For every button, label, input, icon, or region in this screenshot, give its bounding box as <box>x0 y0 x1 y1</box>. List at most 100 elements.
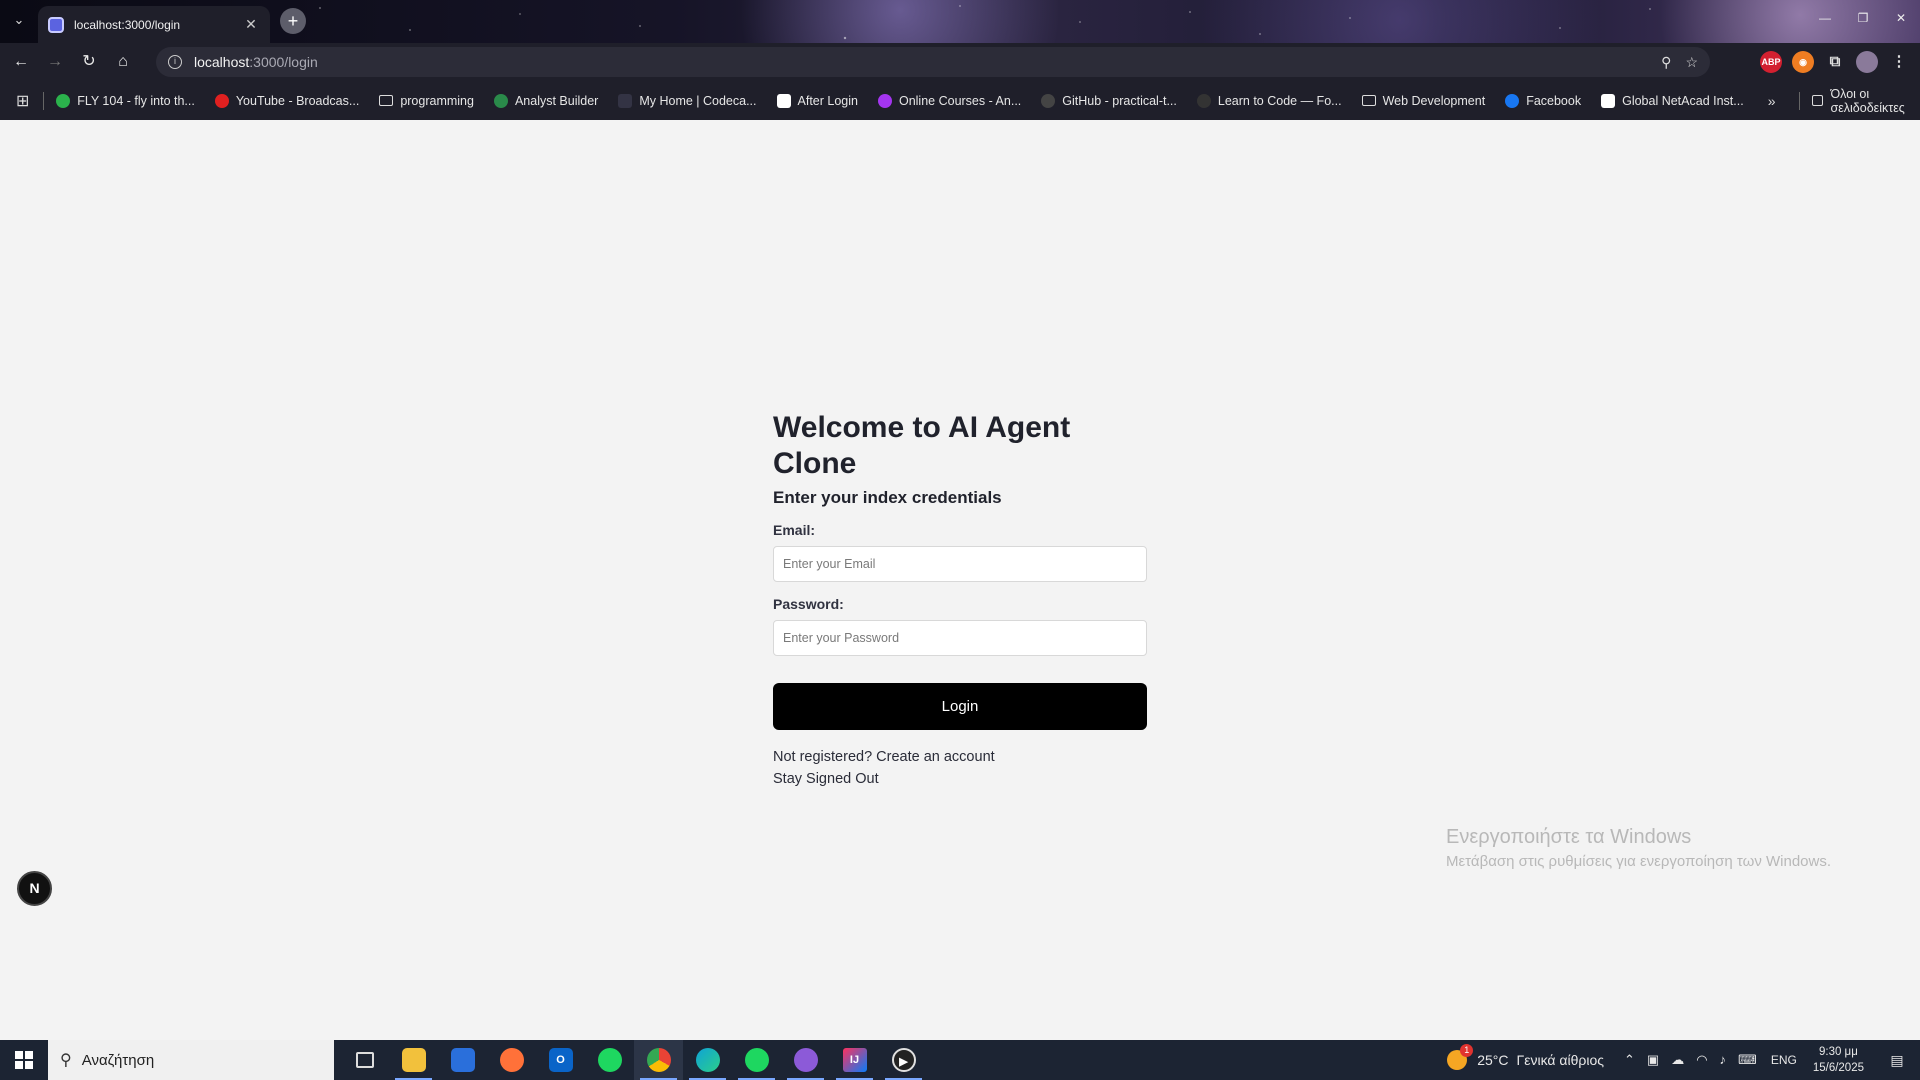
taskbar-chrome[interactable] <box>634 1040 683 1080</box>
task-view-button[interactable] <box>340 1040 389 1080</box>
home-icon[interactable]: ⌂ <box>106 45 140 79</box>
bookmark-item[interactable]: programming <box>379 94 474 108</box>
taskbar-intellij[interactable]: IJ <box>830 1040 879 1080</box>
github-icon <box>1041 93 1056 108</box>
netacad-icon <box>1601 93 1616 108</box>
bookmarks-bar: ⊞ FLY 104 - fly into th... YouTube - Broa… <box>0 81 1920 120</box>
bookmark-item[interactable]: Web Development <box>1361 93 1486 108</box>
bookmark-star-icon[interactable]: ☆ <box>1685 54 1698 71</box>
taskbar-search-box[interactable]: ⚲ Αναζήτηση <box>48 1040 334 1080</box>
back-arrow-icon[interactable]: ← <box>4 45 38 79</box>
site-info-icon[interactable]: i <box>168 55 182 69</box>
show-hidden-icons-chevron-icon[interactable]: ⌃ <box>1624 1052 1635 1068</box>
tab-title: localhost:3000/login <box>74 17 181 32</box>
reload-icon[interactable]: ↻ <box>72 45 106 79</box>
bookmark-label: Learn to Code — Fo... <box>1217 93 1342 108</box>
taskbar-clock[interactable]: 9:30 μμ 15/6/2025 <box>1813 1044 1864 1076</box>
password-group: Password: <box>773 596 1147 656</box>
keyboard-icon[interactable]: ⌨ <box>1738 1052 1757 1068</box>
play-icon <box>56 93 71 108</box>
browser-tab-strip: ⌄ localhost:3000/login ✕ + — ❐ ✕ <box>0 0 1920 43</box>
browser-tab-active[interactable]: localhost:3000/login ✕ <box>38 6 270 43</box>
notification-center-icon[interactable]: ▤ <box>1882 1052 1912 1069</box>
bookmark-label: Web Development <box>1382 93 1486 108</box>
page-viewport: Welcome to AI Agent Clone Enter your ind… <box>0 120 1920 1040</box>
start-button[interactable] <box>0 1040 48 1080</box>
apps-grid-icon[interactable]: ⊞ <box>16 91 29 111</box>
clock-date: 15/6/2025 <box>1812 1062 1864 1074</box>
taskbar-discord[interactable] <box>781 1040 830 1080</box>
bookmark-item[interactable]: After Login <box>776 93 858 108</box>
bookmark-item[interactable]: Global NetAcad Inst... <box>1601 93 1744 108</box>
udemy-icon <box>877 93 892 108</box>
analyst-builder-icon <box>493 93 508 108</box>
windows-taskbar: ⚲ Αναζήτηση O IJ ▶ 1 25°C Γενικά αίθριος… <box>0 1040 1920 1080</box>
bookmark-item[interactable]: FLY 104 - fly into th... <box>56 93 195 108</box>
extensions-area: ABP ◉ ⧉ ⋮ <box>1760 43 1920 81</box>
bookmark-item[interactable]: Analyst Builder <box>493 93 599 108</box>
login-button[interactable]: Login <box>773 683 1147 730</box>
chrome-icon <box>646 1048 671 1072</box>
minimize-icon[interactable]: — <box>1806 0 1844 36</box>
taskbar-media-player[interactable]: ▶ <box>879 1040 928 1080</box>
password-field[interactable] <box>773 620 1147 656</box>
tab-close-icon[interactable]: ✕ <box>242 16 260 33</box>
onedrive-cloud-icon[interactable]: ☁ <box>1671 1052 1684 1068</box>
page-subtitle: Enter your index credentials <box>773 488 1002 507</box>
taskbar-file-explorer[interactable] <box>389 1040 438 1080</box>
email-field[interactable] <box>773 546 1147 582</box>
nextjs-dev-indicator[interactable]: N <box>17 871 52 906</box>
adblock-plus-icon[interactable]: ABP <box>1760 51 1782 73</box>
taskbar-outlook[interactable]: O <box>536 1040 585 1080</box>
bookmarks-separator <box>43 91 45 110</box>
forward-arrow-icon[interactable]: → <box>38 45 72 79</box>
taskbar-store[interactable] <box>438 1040 487 1080</box>
more-bookmarks-chevron-icon[interactable]: » <box>1768 93 1776 109</box>
bookmark-item[interactable]: Facebook <box>1505 93 1581 108</box>
stay-signed-out-link[interactable]: Stay Signed Out <box>773 768 1147 790</box>
bookmark-label: Analyst Builder <box>514 93 599 108</box>
bookmark-label: YouTube - Broadcas... <box>235 93 360 108</box>
taskbar-edge[interactable] <box>683 1040 732 1080</box>
taskbar-spotify-2[interactable] <box>732 1040 781 1080</box>
create-account-link[interactable]: Not registered? Create an account <box>773 746 1147 768</box>
zoom-icon[interactable]: ⚲ <box>1661 54 1671 71</box>
microsoft-store-icon <box>450 1048 475 1072</box>
edge-icon <box>695 1048 720 1072</box>
taskbar-spotify[interactable] <box>585 1040 634 1080</box>
folder-icon <box>1812 95 1824 106</box>
outlook-icon: O <box>548 1048 573 1072</box>
new-tab-button[interactable]: + <box>280 8 306 34</box>
bookmark-item[interactable]: My Home | Codeca... <box>618 93 757 108</box>
clock-time: 9:30 μμ <box>1818 1046 1858 1058</box>
bookmark-item[interactable]: Learn to Code — Fo... <box>1196 93 1342 108</box>
taskbar-firefox[interactable] <box>487 1040 536 1080</box>
bookmark-item[interactable]: GitHub - practical-t... <box>1041 93 1177 108</box>
bookmark-item[interactable]: Online Courses - An... <box>877 93 1021 108</box>
profile-avatar-icon[interactable] <box>1856 51 1878 73</box>
extension-orange-icon[interactable]: ◉ <box>1792 51 1814 73</box>
tab-favicon-icon <box>48 16 64 33</box>
firefox-icon <box>499 1048 524 1072</box>
address-bar[interactable]: i localhost:3000/login ⚲ ☆ <box>156 47 1710 77</box>
browser-menu-icon[interactable]: ⋮ <box>1888 51 1910 73</box>
extensions-puzzle-icon[interactable]: ⧉ <box>1824 51 1846 73</box>
language-indicator[interactable]: ENG <box>1771 1053 1797 1067</box>
folder-icon <box>379 95 394 106</box>
restore-icon[interactable]: ❐ <box>1844 0 1882 36</box>
page-icon <box>776 93 791 108</box>
volume-icon[interactable]: ♪ <box>1720 1052 1727 1068</box>
close-window-icon[interactable]: ✕ <box>1882 0 1920 36</box>
all-bookmarks-folder[interactable]: Όλοι οι σελιδοδείκτες <box>1812 87 1920 115</box>
file-explorer-icon <box>401 1048 426 1072</box>
bookmark-item[interactable]: YouTube - Broadcas... <box>214 93 360 108</box>
meet-now-icon[interactable]: ▣ <box>1647 1052 1659 1068</box>
sun-icon: 1 <box>1447 1044 1474 1070</box>
tab-list-chevron-icon[interactable]: ⌄ <box>8 9 30 31</box>
wifi-icon[interactable]: ◠ <box>1696 1052 1707 1068</box>
weather-widget[interactable]: 1 25°C Γενικά αίθριος <box>1447 1044 1604 1070</box>
facebook-icon <box>1505 93 1520 108</box>
bookmark-label: GitHub - practical-t... <box>1062 93 1177 108</box>
bookmarks-separator <box>1799 91 1801 110</box>
window-controls: — ❐ ✕ <box>1806 0 1920 36</box>
